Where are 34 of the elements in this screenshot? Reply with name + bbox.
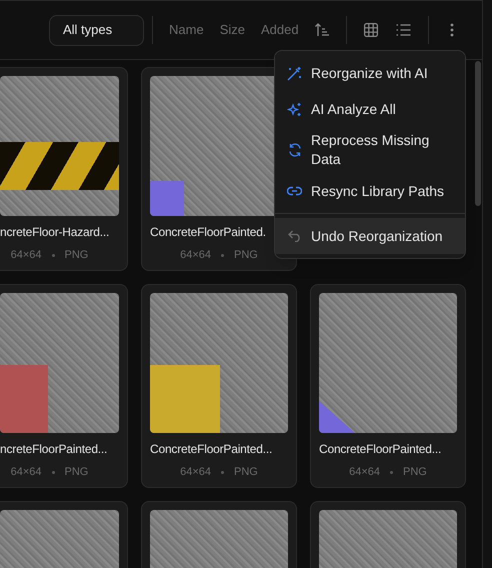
menu-item[interactable]: Undo Reorganization xyxy=(275,218,465,254)
undo-icon xyxy=(287,230,302,242)
asset-title: ConcreteFloorPainted... xyxy=(319,441,442,458)
image-dimensions: 64×64 xyxy=(180,248,212,263)
image-dimensions: 64×64 xyxy=(349,465,380,480)
grid-view-icon[interactable] xyxy=(362,22,379,38)
magic-wand-icon xyxy=(287,66,302,80)
list-view-icon[interactable] xyxy=(394,23,412,37)
sort-option[interactable]: Name xyxy=(161,20,212,40)
file-format: PNG xyxy=(64,248,88,263)
image-dimensions: 64×64 xyxy=(10,465,42,480)
refresh-icon xyxy=(287,143,302,157)
asset-title: ConcreteFloorPainted... xyxy=(150,441,274,458)
sort-option[interactable]: Size xyxy=(212,20,253,40)
type-filter-dropdown[interactable]: All types xyxy=(49,14,144,46)
sort-ascending-icon[interactable] xyxy=(314,23,330,37)
asset-title: ConcreteFloorPainted. xyxy=(150,224,267,241)
scrollbar-thumb[interactable] xyxy=(475,61,481,206)
menu-item[interactable]: Resync Library Paths xyxy=(275,173,465,209)
file-format: PNG xyxy=(403,465,427,480)
menu-item[interactable]: Reorganize with AI xyxy=(275,55,465,91)
sort-option[interactable]: Added xyxy=(252,20,307,40)
sparkles-icon xyxy=(287,102,302,116)
asset-title: ncreteFloorPainted... xyxy=(0,441,108,458)
image-dimensions: 64×64 xyxy=(180,465,212,480)
asset-title: ncreteFloor-Hazard... xyxy=(0,224,110,241)
image-dimensions: 64×64 xyxy=(10,248,42,263)
menu-item[interactable]: Reprocess Missing Data xyxy=(275,127,465,173)
more-options-icon[interactable] xyxy=(450,23,454,37)
link-icon xyxy=(287,186,302,196)
menu-item[interactable]: AI Analyze All xyxy=(275,91,465,127)
file-format: PNG xyxy=(64,465,88,480)
file-format: PNG xyxy=(234,248,258,263)
file-format: PNG xyxy=(234,465,258,480)
